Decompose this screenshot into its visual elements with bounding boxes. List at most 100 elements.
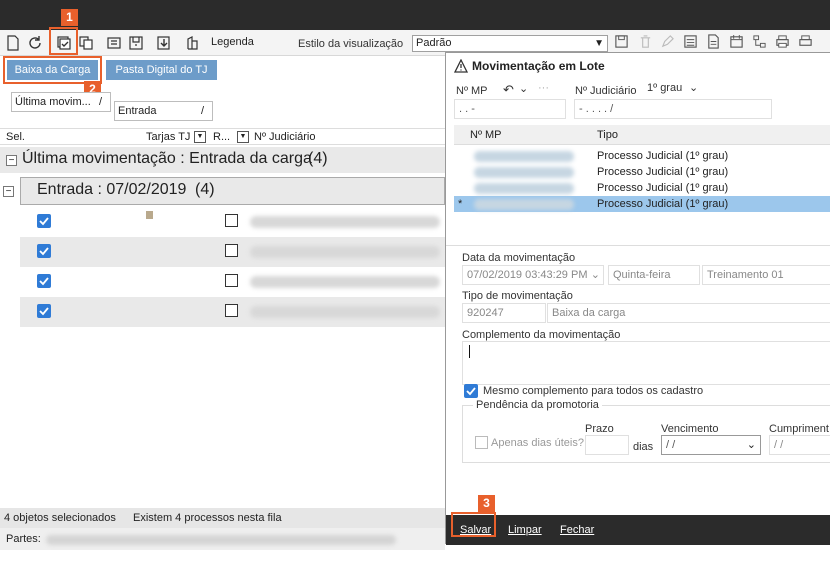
mp-input[interactable]: . . -: [454, 99, 566, 119]
legend-icon[interactable]: [183, 34, 201, 52]
callout-badge-3: 3: [478, 495, 495, 512]
print-preview-icon[interactable]: [798, 34, 814, 50]
list-item[interactable]: Processo Judicial (1º grau): [454, 164, 830, 180]
chevron-down-icon[interactable]: ⌄: [591, 266, 600, 284]
calendar-icon[interactable]: [729, 34, 745, 50]
table-row[interactable]: [20, 237, 445, 267]
trash-icon[interactable]: [638, 34, 654, 50]
chevron-down-icon[interactable]: ⌄: [747, 436, 756, 454]
highlight-save-button: [451, 512, 496, 537]
process-list: Nº MP Tipo Processo Judicial (1º grau) P…: [454, 125, 830, 245]
redacted-judiciario: [250, 306, 440, 318]
filter-dropdown-icon[interactable]: ▼: [194, 131, 206, 143]
status-bar: 4 objetos selecionados Existem 4 process…: [0, 508, 445, 528]
tipo-mov-code[interactable]: 920247: [462, 303, 546, 323]
collapse-icon[interactable]: −: [3, 186, 14, 197]
group-by-entry[interactable]: Entrada /: [114, 101, 213, 121]
copy-icon[interactable]: [77, 34, 95, 52]
complemento-textarea[interactable]: [462, 341, 830, 385]
judiciario-input[interactable]: - . . . . /: [574, 99, 772, 119]
stack-icon[interactable]: [105, 34, 123, 52]
chevron-down-icon[interactable]: ⌄: [519, 82, 528, 95]
vencimento-label: Vencimento: [661, 423, 719, 435]
user-field: Treinamento 01: [702, 265, 830, 285]
column-sel[interactable]: Sel.: [6, 131, 25, 143]
row-select-checkbox[interactable]: [37, 214, 51, 228]
edit-icon[interactable]: [660, 34, 676, 50]
dialog-footer: Salvar Limpar Fechar: [446, 515, 830, 545]
vencimento-value: / /: [666, 439, 676, 451]
table-row[interactable]: [20, 297, 445, 327]
view-style-select[interactable]: Padrão ▼: [412, 35, 608, 52]
export-icon[interactable]: [155, 34, 173, 52]
collapse-icon[interactable]: −: [6, 155, 17, 166]
filter-dropdown-icon[interactable]: ▼: [237, 131, 249, 143]
list-header-tipo[interactable]: Tipo: [597, 129, 618, 141]
vencimento-input[interactable]: / / ⌄: [661, 435, 761, 455]
list-item-tipo: Processo Judicial (1º grau): [597, 150, 729, 162]
warning-icon: [453, 58, 469, 73]
data-mov-input[interactable]: 07/02/2019 03:43:29 PM ⌄: [462, 265, 604, 285]
prazo-label: Prazo: [585, 423, 614, 435]
partes-bar: Partes:: [0, 528, 445, 550]
apenas-uteis-checkbox[interactable]: [475, 436, 488, 449]
row-select-checkbox[interactable]: [37, 274, 51, 288]
grau-select[interactable]: 1º grau: [647, 82, 682, 94]
chevron-down-icon[interactable]: ⌄: [689, 81, 698, 94]
group-level2-count: (4): [195, 181, 215, 198]
document-icon[interactable]: [706, 34, 722, 50]
list-item[interactable]: Processo Judicial (1º grau): [454, 180, 830, 196]
list-item-tipo: Processo Judicial (1º grau): [597, 166, 729, 178]
same-complement-label: Mesmo complemento para todos os cadastro: [483, 385, 704, 397]
legend-button[interactable]: Legenda: [211, 36, 254, 48]
highlight-batch-move: [49, 27, 78, 55]
redacted-judiciario: [250, 246, 440, 258]
list-header-mp[interactable]: Nº MP: [470, 129, 502, 141]
row-r-checkbox[interactable]: [225, 214, 238, 227]
more-icon[interactable]: ···: [538, 82, 549, 94]
row-select-checkbox[interactable]: [37, 244, 51, 258]
group-by-last-movement-label: Última movim...: [15, 96, 91, 108]
text-cursor: [469, 345, 470, 358]
tipo-mov-desc: Baixa da carga: [547, 303, 830, 323]
prazo-input[interactable]: [585, 435, 629, 455]
tipo-mov-label: Tipo de movimentação: [462, 290, 573, 302]
pendencia-group: Pendência da promotoria Apenas dias útei…: [462, 399, 830, 463]
list-icon[interactable]: [683, 34, 699, 50]
selected-count: 4 objetos selecionados: [4, 512, 116, 524]
redacted-mp: [474, 151, 574, 162]
column-judiciario[interactable]: Nº Judiciário: [254, 131, 315, 143]
group-by-last-movement[interactable]: Última movim... /: [11, 92, 111, 112]
partes-label: Partes:: [6, 533, 41, 545]
callout-badge-1: 1: [61, 9, 78, 26]
row-select-checkbox[interactable]: [37, 304, 51, 318]
group-row-level1[interactable]: − Última movimentação : Entrada da carga…: [0, 147, 445, 173]
group-row-level2[interactable]: − Entrada : 07/02/2019 (4): [3, 177, 445, 205]
same-complement-checkbox[interactable]: [464, 384, 478, 398]
column-tarjas[interactable]: Tarjas TJ: [146, 131, 190, 143]
list-item[interactable]: Processo Judicial (1º grau): [454, 148, 830, 164]
row-r-checkbox[interactable]: [225, 274, 238, 287]
save-disk-icon[interactable]: [614, 34, 630, 50]
table-row[interactable]: [20, 207, 445, 237]
divider: [446, 245, 830, 246]
column-r[interactable]: R...: [213, 131, 230, 143]
print-icon[interactable]: [775, 34, 791, 50]
data-mov-value: 07/02/2019 03:43:29 PM: [467, 269, 588, 281]
table-row[interactable]: [20, 267, 445, 297]
hierarchy-icon[interactable]: [752, 34, 768, 50]
tab-pasta-digital[interactable]: Pasta Digital do TJ: [106, 60, 217, 80]
close-button[interactable]: Fechar: [560, 524, 594, 536]
list-item-selected[interactable]: * Processo Judicial (1º grau): [454, 196, 830, 212]
archive-icon[interactable]: [127, 34, 145, 52]
clear-button[interactable]: Limpar: [508, 524, 542, 536]
new-document-icon[interactable]: [4, 34, 22, 52]
cumprimento-input[interactable]: / /: [769, 435, 830, 455]
row-r-checkbox[interactable]: [225, 244, 238, 257]
redacted-judiciario: [250, 216, 440, 228]
sort-indicator: /: [98, 96, 102, 108]
refresh-icon[interactable]: [26, 34, 44, 52]
batch-movement-dialog: Movimentação em Lote Nº MP ↶ ⌄ ··· Nº Ju…: [445, 52, 830, 545]
undo-icon[interactable]: ↶: [503, 82, 514, 98]
row-r-checkbox[interactable]: [225, 304, 238, 317]
